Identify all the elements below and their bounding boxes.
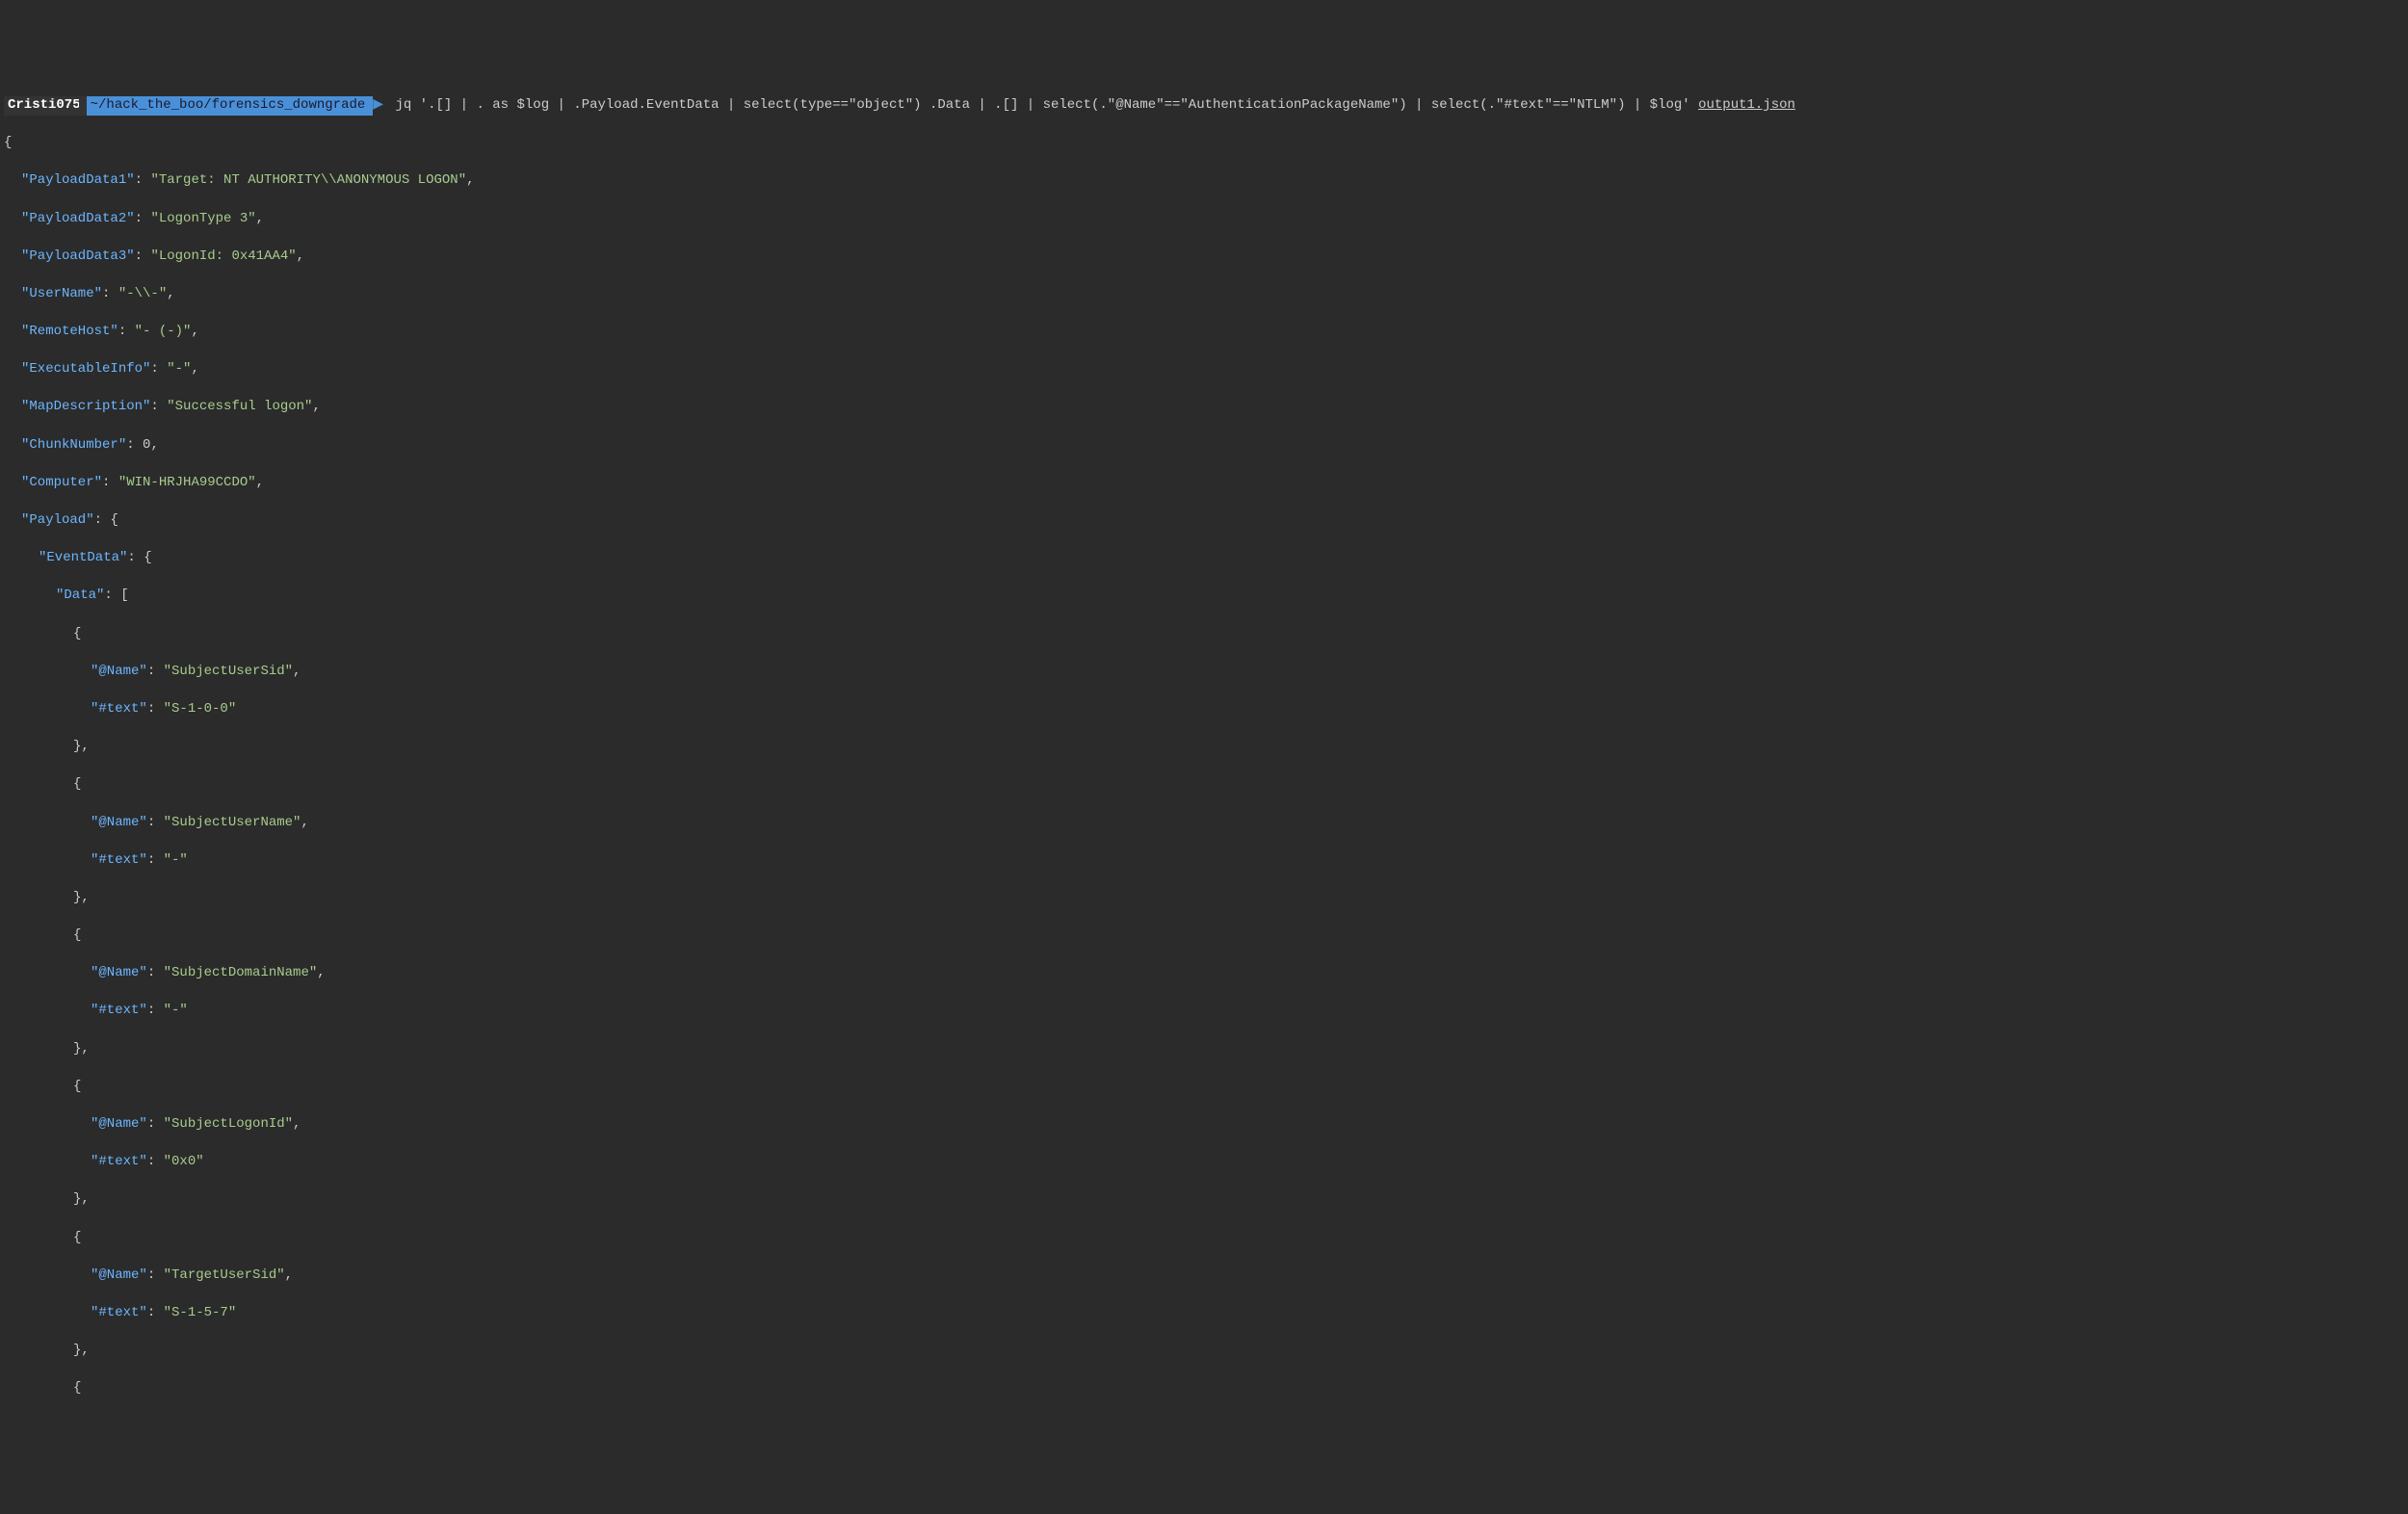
json-line: { bbox=[4, 625, 2404, 644]
prompt-user: Cristi075 bbox=[4, 96, 87, 116]
json-line: "#text": "-" bbox=[4, 851, 2404, 871]
json-line: { bbox=[4, 1078, 2404, 1097]
json-line: { bbox=[4, 775, 2404, 795]
json-line: }, bbox=[4, 889, 2404, 908]
json-line: "UserName": "-\\-", bbox=[4, 285, 2404, 304]
json-line: "#text": "S-1-0-0" bbox=[4, 700, 2404, 719]
json-line: { bbox=[4, 1229, 2404, 1248]
json-line: "#text": "S-1-5-7" bbox=[4, 1304, 2404, 1323]
json-line: "Data": [ bbox=[4, 587, 2404, 606]
prompt-line[interactable]: Cristi075~/hack_the_boo/forensics_downgr… bbox=[4, 96, 2404, 116]
json-line: "@Name": "SubjectUserName", bbox=[4, 814, 2404, 833]
json-line: "@Name": "TargetUserSid", bbox=[4, 1266, 2404, 1286]
json-line: "ExecutableInfo": "-", bbox=[4, 360, 2404, 379]
json-line: "#text": "0x0" bbox=[4, 1153, 2404, 1172]
json-line: { bbox=[4, 134, 2404, 153]
json-line: "EventData": { bbox=[4, 549, 2404, 568]
json-line: "Payload": { bbox=[4, 511, 2404, 531]
prompt-separator-icon: ▶ bbox=[373, 96, 383, 116]
json-line: }, bbox=[4, 1190, 2404, 1210]
terminal-output: Cristi075~/hack_the_boo/forensics_downgr… bbox=[0, 75, 2408, 1419]
json-line: }, bbox=[4, 1342, 2404, 1361]
json-line: "MapDescription": "Successful logon", bbox=[4, 398, 2404, 417]
json-line: "@Name": "SubjectUserSid", bbox=[4, 663, 2404, 682]
prompt-path: ~/hack_the_boo/forensics_downgrade bbox=[87, 96, 374, 116]
json-line: "@Name": "SubjectLogonId", bbox=[4, 1115, 2404, 1135]
json-line: "ChunkNumber": 0, bbox=[4, 436, 2404, 456]
command-filename: output1.json bbox=[1698, 97, 1795, 113]
json-line: "RemoteHost": "- (-)", bbox=[4, 323, 2404, 342]
json-line: "Computer": "WIN-HRJHA99CCDO", bbox=[4, 474, 2404, 493]
command-text: jq '.[] | . as $log | .Payload.EventData… bbox=[383, 96, 1795, 116]
json-line: "PayloadData3": "LogonId: 0x41AA4", bbox=[4, 248, 2404, 267]
json-line: { bbox=[4, 927, 2404, 946]
json-line: }, bbox=[4, 1040, 2404, 1059]
json-line: "PayloadData2": "LogonType 3", bbox=[4, 210, 2404, 229]
json-line: "PayloadData1": "Target: NT AUTHORITY\\A… bbox=[4, 171, 2404, 191]
json-line: }, bbox=[4, 738, 2404, 757]
json-line: "#text": "-" bbox=[4, 1002, 2404, 1021]
json-line: { bbox=[4, 1379, 2404, 1398]
json-line: "@Name": "SubjectDomainName", bbox=[4, 964, 2404, 983]
